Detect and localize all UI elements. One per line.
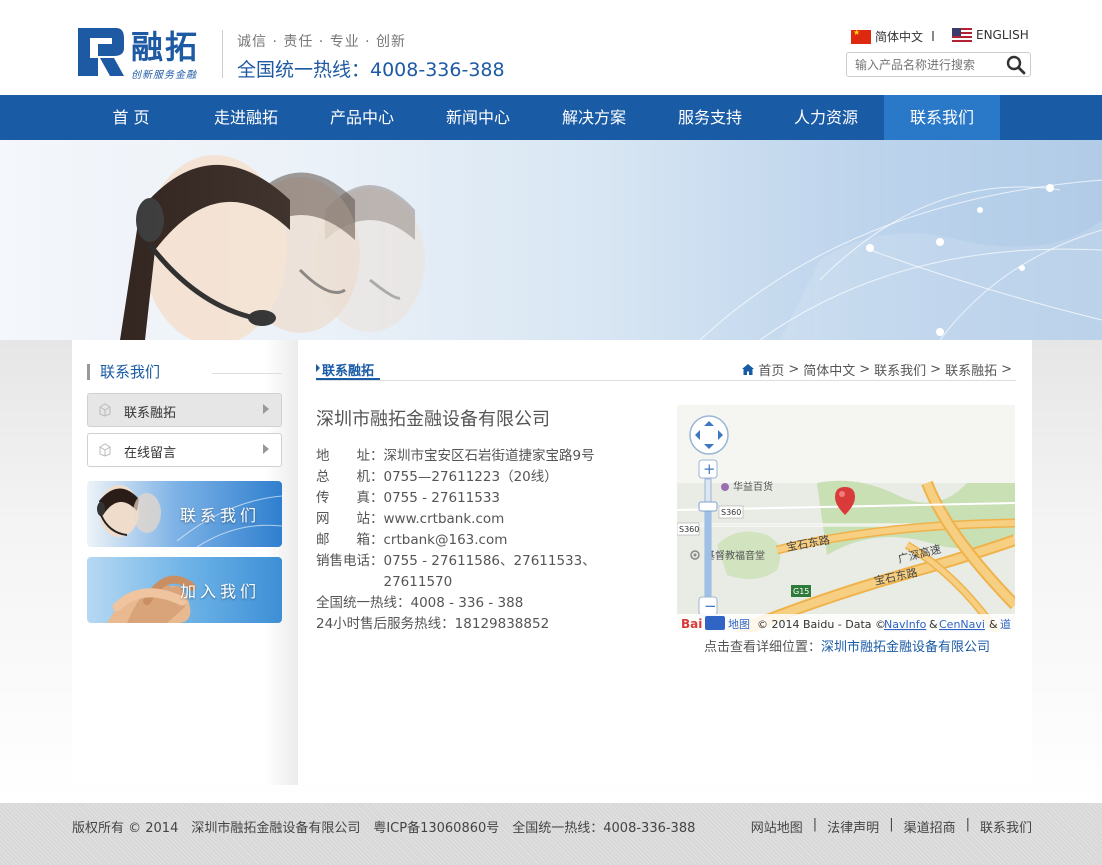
nav-news[interactable]: 新闻中心 [420, 95, 536, 140]
svg-text:&: & [929, 618, 938, 631]
nav-about[interactable]: 走进融拓 [188, 95, 304, 140]
sidebar-title: 联系我们 [87, 364, 160, 380]
lang-divider [932, 31, 934, 41]
footer-separator: | [965, 817, 970, 832]
national-hotline-line: 全国统一热线：4008 - 336 - 388 [316, 595, 524, 611]
header: 融拓 创新服务金融 诚信 · 责任 · 专业 · 创新 全国统一热线：4008-… [0, 0, 1102, 95]
breadcrumb: 首页 > 简体中文 > 联系我们 > 联系融拓 > [742, 360, 1016, 379]
nav-solutions[interactable]: 解决方案 [536, 95, 652, 140]
section-divider [316, 380, 1016, 381]
logo[interactable]: 融拓 创新服务金融 [76, 26, 208, 82]
copyright: 版权所有 © 2014 深圳市融拓金融设备有限公司 粤ICP备13060860号… [72, 821, 696, 836]
nav-home[interactable]: 首 页 [73, 95, 189, 140]
sidebar-item-label: 在线留言 [124, 446, 177, 461]
header-divider [222, 30, 223, 78]
hotline: 全国统一热线：4008-336-388 [237, 59, 505, 81]
breadcrumb-separator: > [788, 362, 800, 377]
breadcrumb-separator: > [859, 362, 871, 377]
map-label-s360: S360 [721, 508, 741, 517]
box-icon [99, 443, 111, 457]
search-icon[interactable] [1006, 55, 1026, 75]
map-logo: Bai [681, 617, 702, 631]
us-flag-icon [952, 28, 972, 42]
content-area: 联系融拓 首页 > 简体中文 > 联系我们 > 联系融拓 > 深圳市融拓金融设备… [316, 340, 1016, 785]
footer-link-sitemap[interactable]: 网站地图 [751, 817, 803, 836]
home-icon [742, 364, 755, 375]
service-hotline-line: 24小时售后服务热线：18129838852 [316, 616, 550, 632]
breadcrumb-contact-rongtuo[interactable]: 联系融拓 [945, 360, 997, 379]
map-label-g15: G15 [793, 587, 809, 596]
sidebar: 联系我们 联系融拓 在线留言 联系我们 加入我们 [72, 340, 298, 785]
map-navinfo-link: NavInfo [884, 618, 927, 631]
nav-products[interactable]: 产品中心 [304, 95, 420, 140]
map-logo-label: 地图 [728, 618, 750, 631]
breadcrumb-chinese[interactable]: 简体中文 [803, 360, 855, 379]
sales-phone-line-cont: 27611570 [316, 574, 453, 590]
join-us-banner[interactable]: 加入我们 [87, 557, 282, 623]
china-flag-icon [851, 28, 871, 44]
map-more-link: 道 [1000, 617, 1011, 631]
footer-separator: | [889, 817, 894, 832]
contact-us-banner-label: 联系我们 [179, 506, 260, 525]
sidebar-item-contact-rongtuo[interactable]: 联系融拓 [87, 393, 282, 427]
svg-text:+: + [703, 460, 716, 478]
logo-name: 融拓 [131, 28, 200, 66]
company-name: 深圳市融拓金融设备有限公司 [316, 409, 550, 430]
breadcrumb-separator: > [930, 362, 942, 377]
map-label-huayi: 华益百货 [733, 480, 773, 493]
map-caption: 点击查看详细位置：深圳市融拓金融设备有限公司 [704, 636, 990, 655]
lang-chinese-label: 简体中文 [875, 30, 924, 44]
contact-info: 地 址：深圳市宝安区石岩街道捷家宝路9号 总 机：0755—27611223（2… [316, 446, 596, 635]
website-line: 网 站：www.crtbank.com [316, 511, 505, 527]
chevron-right-icon [263, 404, 269, 414]
join-us-banner-label: 加入我们 [179, 582, 260, 601]
svg-text:&: & [989, 618, 998, 631]
search-box [846, 52, 1031, 77]
footer-link-legal[interactable]: 法律声明 [827, 817, 879, 836]
hero-banner [0, 140, 1102, 340]
footer-link-contact[interactable]: 联系我们 [980, 817, 1032, 836]
fax-line: 传 真：0755 - 27611533 [316, 490, 501, 506]
baidu-map[interactable]: S360 S360 G15 华益百货 宝石东路 宝石东路 广深高速 基督教福音堂… [677, 405, 1015, 632]
footer-separator: | [812, 817, 818, 832]
switchboard-line: 总 机：0755—27611223（20线） [316, 469, 558, 485]
sidebar-item-label: 联系融拓 [124, 406, 177, 421]
nav-hr[interactable]: 人力资源 [768, 95, 884, 140]
sales-phone-line: 销售电话：0755 - 27611586、27611533、 [316, 553, 596, 569]
banner-illustration [0, 140, 1102, 340]
main-container: 联系我们 联系融拓 在线留言 联系我们 加入我们 联系融拓 首页 > 简体中文 … [72, 340, 1032, 785]
search-input[interactable] [855, 56, 1005, 74]
breadcrumb-separator: > [1001, 362, 1012, 377]
logo-tagline: 创新服务金融 [131, 70, 197, 81]
main-nav: 首 页 走进融拓 产品中心 新闻中心 解决方案 服务支持 人力资源 联系我们 [0, 95, 1102, 140]
nav-support[interactable]: 服务支持 [652, 95, 768, 140]
breadcrumb-contact-us[interactable]: 联系我们 [874, 360, 926, 379]
map-caption-prefix: 点击查看详细位置： [704, 640, 822, 655]
footer-links: 网站地图 | 法律声明 | 渠道招商 | 联系我们 [751, 817, 1032, 836]
map-label-church: 基督教福音堂 [705, 549, 765, 562]
lang-switch-chinese[interactable]: 简体中文 [851, 28, 923, 45]
section-title: 联系融拓 [316, 360, 374, 379]
footer-link-channel[interactable]: 渠道招商 [904, 817, 956, 836]
contact-us-banner[interactable]: 联系我们 [87, 481, 282, 547]
svg-text:−: − [704, 597, 717, 615]
lang-english-label: ENGLISH [976, 28, 1029, 42]
slogan: 诚信 · 责任 · 专业 · 创新 [237, 34, 407, 50]
map-label-s360-west: S360 [679, 525, 699, 534]
logo-mark-icon [78, 28, 124, 76]
map-attribution: © 2014 Baidu - Data © [757, 618, 886, 631]
email-line: 邮 箱：crtbank@163.com [316, 532, 508, 548]
address-line: 地 址：深圳市宝安区石岩街道捷家宝路9号 [316, 448, 595, 464]
sidebar-item-online-message[interactable]: 在线留言 [87, 433, 282, 467]
chevron-right-icon [263, 444, 269, 454]
sidebar-title-line [212, 373, 282, 374]
lang-switch-english[interactable]: ENGLISH [952, 28, 1029, 42]
map-location-link[interactable]: 深圳市融拓金融设备有限公司 [821, 640, 990, 655]
nav-contact[interactable]: 联系我们 [884, 95, 1000, 140]
footer: 版权所有 © 2014 深圳市融拓金融设备有限公司 粤ICP备13060860号… [0, 803, 1102, 865]
breadcrumb-home[interactable]: 首页 [758, 360, 784, 379]
box-icon [99, 403, 111, 417]
map-cennavi-link: CenNavi [939, 618, 985, 631]
map-canvas: S360 S360 G15 华益百货 宝石东路 宝石东路 广深高速 基督教福音堂… [677, 405, 1015, 632]
